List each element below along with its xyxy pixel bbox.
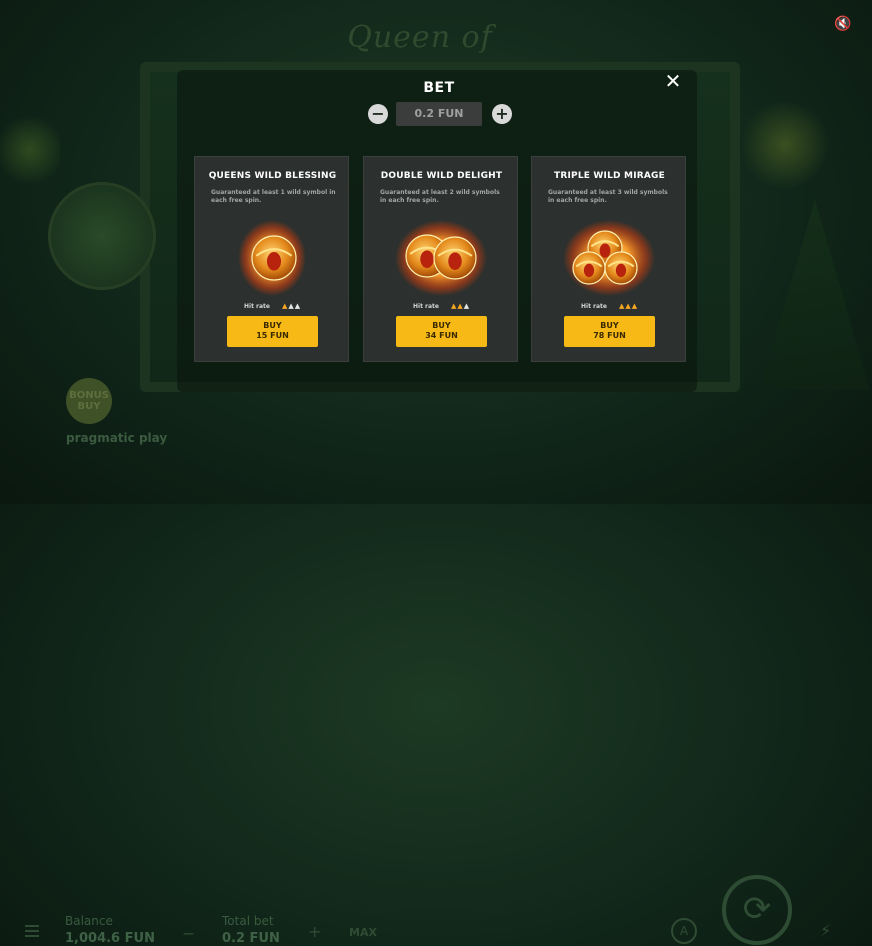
total-bet-value: 0.2 FUN <box>222 931 280 946</box>
autoplay-button[interactable]: A <box>671 918 697 944</box>
bet-value-field: 0.2 FUN <box>396 102 482 126</box>
hit-rate-label: Hit rate <box>244 303 270 310</box>
turbo-icon[interactable]: ⚡ <box>820 921 831 940</box>
buy-button[interactable]: BUY 78 FUN <box>564 316 655 347</box>
balance-value: 1,004.6 FUN <box>65 931 155 946</box>
torch-right <box>740 100 830 190</box>
offer-card: DOUBLE WILD DELIGHT Guaranteed at least 2… <box>363 156 518 362</box>
spin-button[interactable]: ⟳ <box>722 875 792 945</box>
offer-card: TRIPLE WILD MIRAGE Guaranteed at least 3 … <box>531 156 686 362</box>
offer-title: QUEENS WILD BLESSING <box>208 171 337 181</box>
torch-left <box>0 110 60 190</box>
total-bet-label: Total bet <box>222 914 274 928</box>
hit-rate-row: Hit rate ▲▲▲ <box>413 302 493 313</box>
palm-tree-decoration <box>760 200 870 390</box>
bottom-control-bar: Balance 1,004.6 FUN − Total bet 0.2 FUN … <box>0 455 872 946</box>
offer-description: Guaranteed at least 2 wild symbols in ea… <box>380 189 500 204</box>
offer-description: Guaranteed at least 3 wild symbols in ea… <box>548 189 668 204</box>
flame-drop-icon: ▲ <box>631 302 639 310</box>
bet-title: BET <box>423 80 455 96</box>
flame-drop-icon: ▲ <box>463 302 471 310</box>
provider-logo: pragmatic play <box>66 431 168 445</box>
buy-button-price: 15 FUN <box>256 331 289 340</box>
flame-drop-icon: ▲ <box>294 302 302 310</box>
scarab-coin-icon <box>572 251 606 285</box>
bonus-buy-button[interactable]: BONUS BUY <box>66 378 112 424</box>
close-icon[interactable]: ✕ <box>662 70 684 92</box>
buy-button-label: BUY <box>600 321 619 330</box>
offer-title: TRIPLE WILD MIRAGE <box>554 171 665 181</box>
scarab-coin-art <box>563 220 655 296</box>
sound-mute-icon[interactable]: 🔇 <box>834 16 852 32</box>
scarab-coin-icon <box>251 235 297 281</box>
max-bet-button[interactable]: MAX <box>349 926 377 939</box>
buy-button-price: 34 FUN <box>425 331 458 340</box>
scarab-coin-decoration <box>48 182 156 290</box>
bet-decrease-button[interactable]: − <box>368 104 388 124</box>
hit-rate-label: Hit rate <box>413 303 439 310</box>
increase-bet-icon[interactable]: + <box>308 922 321 941</box>
decrease-bet-icon[interactable]: − <box>182 924 195 943</box>
hit-rate-label: Hit rate <box>581 303 607 310</box>
offer-title: DOUBLE WILD DELIGHT <box>380 171 503 181</box>
buy-button-price: 78 FUN <box>593 331 626 340</box>
hit-rate-indicator: ▲▲▲ <box>451 302 470 310</box>
scarab-coin-icon <box>604 251 638 285</box>
bet-increase-button[interactable]: + <box>492 104 512 124</box>
buy-button[interactable]: BUY 15 FUN <box>227 316 318 347</box>
buy-button[interactable]: BUY 34 FUN <box>396 316 487 347</box>
balance-label: Balance <box>65 914 113 928</box>
scarab-coin-art <box>238 220 306 296</box>
hit-rate-row: Hit rate ▲▲▲ <box>581 302 661 313</box>
menu-icon[interactable] <box>25 925 39 937</box>
buy-button-label: BUY <box>263 321 282 330</box>
offer-description: Guaranteed at least 1 wild symbol in eac… <box>211 189 336 204</box>
game-title-logo: Queen of the Nile <box>347 20 493 111</box>
buy-button-label: BUY <box>432 321 451 330</box>
offer-card: QUEENS WILD BLESSING Guaranteed at least … <box>194 156 349 362</box>
hit-rate-row: Hit rate ▲▲▲ <box>244 302 324 313</box>
hit-rate-indicator: ▲▲▲ <box>282 302 301 310</box>
scarab-coin-art <box>395 220 487 296</box>
hit-rate-indicator: ▲▲▲ <box>619 302 638 310</box>
scarab-coin-icon <box>433 236 477 280</box>
